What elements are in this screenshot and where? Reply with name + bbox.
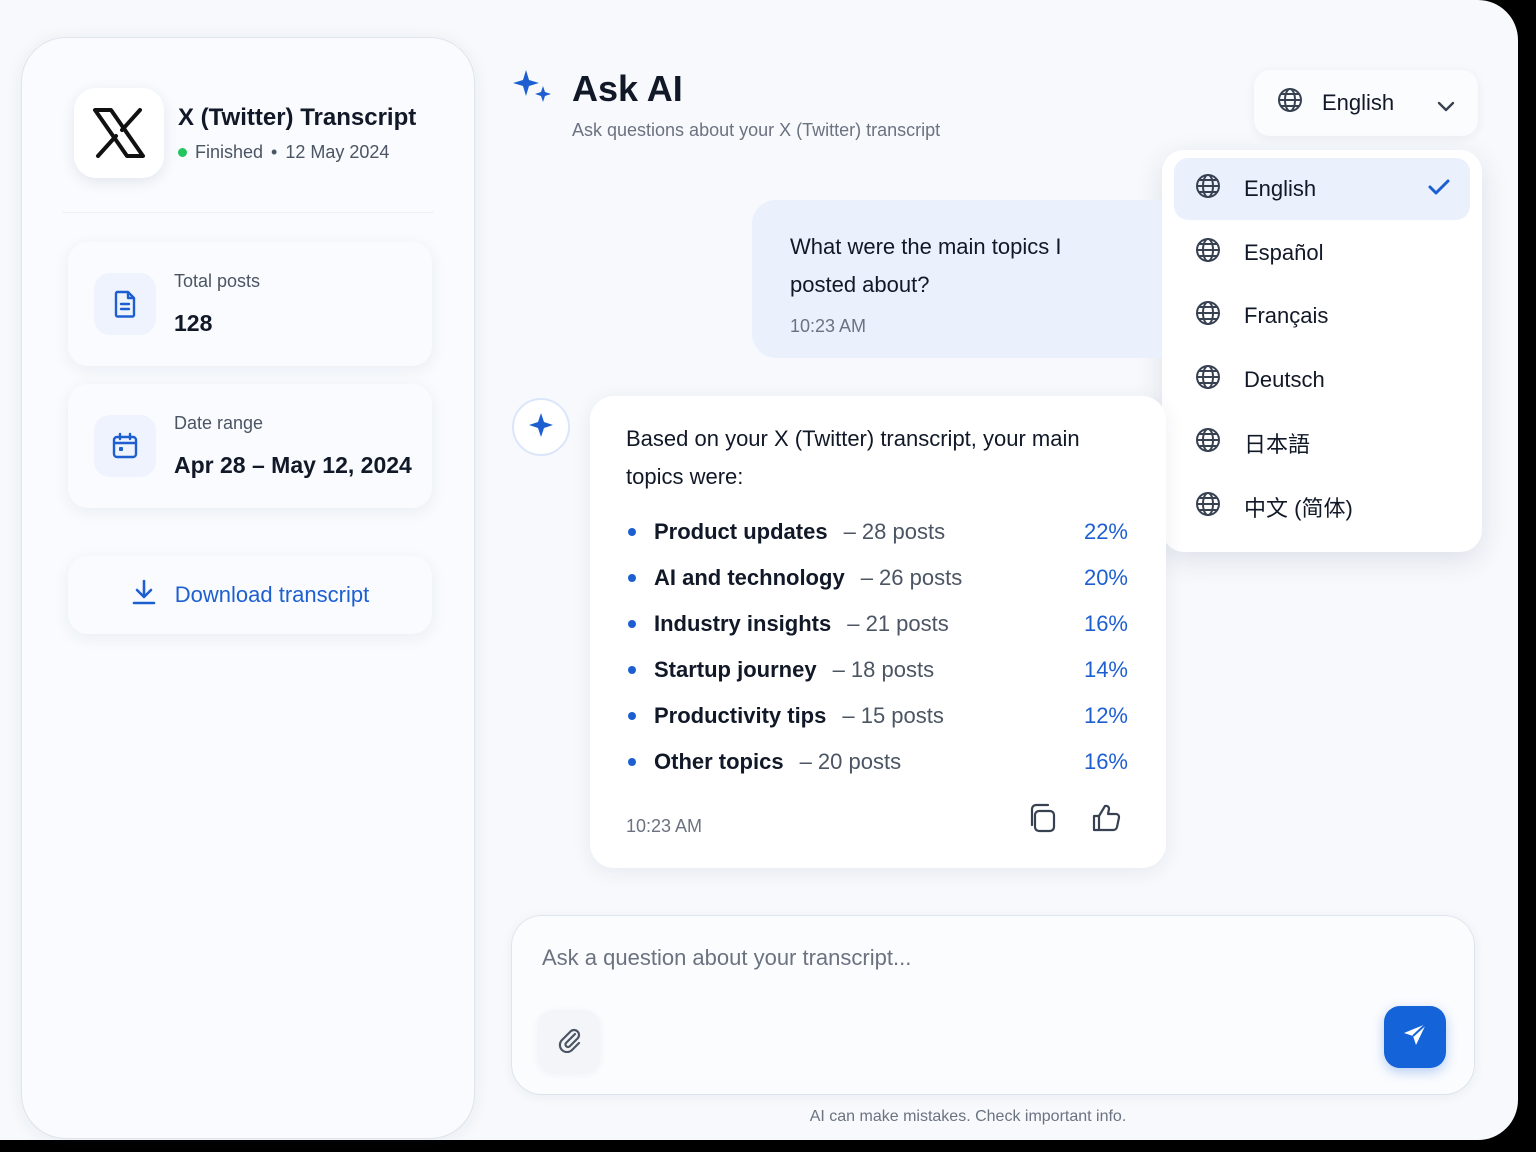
language-option-label: English: [1244, 176, 1317, 201]
globe-icon: [1194, 490, 1222, 524]
ai-message-time: 10:23 AM: [626, 816, 703, 836]
download-icon: [131, 578, 157, 612]
bullet: [628, 574, 636, 582]
language-option-english[interactable]: English: [1174, 158, 1470, 220]
topic-percent: 12%: [1083, 703, 1128, 728]
topic-count: – 15 posts: [842, 703, 944, 728]
language-select[interactable]: English: [1254, 70, 1478, 136]
language-select-value: English: [1322, 90, 1395, 115]
user-message: What were the main topics I posted about…: [752, 200, 1162, 358]
language-dropdown: English Español Français Deutsch 日本語 中文 …: [1162, 150, 1482, 552]
window-corner: [1496, 0, 1536, 40]
file-date: 12 May 2024: [285, 141, 390, 162]
file-header: X (Twitter) Transcript Finished • 12 May…: [74, 88, 416, 178]
topic-percent: 22%: [1083, 519, 1128, 544]
topic-count: – 26 posts: [860, 565, 963, 590]
topic-item: Product updates – 28 posts 22%: [628, 515, 1128, 549]
send-button[interactable]: [1384, 1006, 1446, 1068]
status-dot: [178, 147, 187, 157]
message-composer: [512, 916, 1474, 1094]
status-separator: •: [271, 141, 278, 162]
chevron-down-icon: [1436, 94, 1456, 120]
thumbs-up-icon[interactable]: [1090, 802, 1122, 839]
document-icon: [94, 273, 156, 335]
topic-item: Productivity tips – 15 posts 12%: [628, 699, 1128, 733]
bullet: [628, 528, 636, 536]
sparkle-icon: [527, 411, 555, 444]
calendar-icon: [94, 415, 156, 477]
topic-name: Product updates: [654, 519, 828, 544]
paperclip-icon: [555, 1025, 583, 1058]
topic-count: – 20 posts: [799, 749, 902, 774]
topic-percent: 14%: [1083, 657, 1128, 682]
ai-message: Based on your X (Twitter) transcript, yo…: [590, 396, 1166, 868]
language-option-chinese[interactable]: 中文 (简体): [1174, 476, 1470, 538]
topic-count: – 18 posts: [832, 657, 935, 682]
stat-value: Apr 28 – May 12, 2024: [174, 452, 412, 478]
attach-button[interactable]: [538, 1010, 600, 1072]
page-subtitle: Ask questions about your X (Twitter) tra…: [572, 120, 941, 140]
language-option-francais[interactable]: Français: [1174, 285, 1470, 347]
topic-percent: 16%: [1083, 611, 1128, 636]
send-icon: [1401, 1021, 1429, 1054]
topic-count: – 28 posts: [843, 519, 946, 544]
language-option-label: Français: [1244, 303, 1329, 328]
language-option-label: Español: [1244, 240, 1324, 265]
language-option-label: Deutsch: [1244, 367, 1325, 392]
app-window: X (Twitter) Transcript Finished • 12 May…: [0, 0, 1518, 1140]
stat-value: 128: [174, 310, 213, 336]
topic-item: AI and technology – 26 posts 20%: [628, 561, 1128, 595]
globe-icon: [1194, 363, 1222, 397]
question-input[interactable]: [542, 938, 1362, 978]
ai-message-intro: Based on your X (Twitter) transcript, yo…: [626, 426, 1080, 489]
globe-icon: [1194, 426, 1222, 460]
topic-item: Startup journey – 18 posts 14%: [628, 653, 1128, 687]
download-label: Download transcript: [174, 582, 370, 607]
topic-name: Other topics: [654, 749, 784, 774]
bullet: [628, 758, 636, 766]
topic-count: – 21 posts: [847, 611, 949, 636]
download-transcript-button[interactable]: Download transcript: [68, 556, 432, 634]
globe-icon: [1194, 236, 1222, 270]
topic-name: Industry insights: [654, 611, 832, 636]
language-option-label: 中文 (简体): [1244, 496, 1353, 521]
sidebar-divider: [62, 212, 434, 213]
topic-percent: 16%: [1083, 749, 1128, 774]
copy-icon[interactable]: [1026, 802, 1058, 839]
topic-item: Industry insights – 21 posts 16%: [628, 607, 1128, 641]
bullet: [628, 620, 636, 628]
check-icon: [1426, 176, 1452, 204]
stat-card-date-range: Date range Apr 28 – May 12, 2024: [68, 384, 432, 508]
globe-icon: [1194, 299, 1222, 333]
bullet: [628, 666, 636, 674]
sparkle-icon: [512, 68, 554, 115]
stat-label: Total posts: [174, 271, 261, 291]
file-status: Finished • 12 May 2024: [178, 142, 416, 163]
ai-disclaimer: AI can make mistakes. Check important in…: [809, 1108, 1127, 1125]
topic-name: AI and technology: [654, 565, 845, 590]
topic-name: Productivity tips: [654, 703, 827, 728]
topic-percent: 20%: [1083, 565, 1128, 590]
topic-item: Other topics – 20 posts 16%: [628, 745, 1128, 779]
language-option-japanese[interactable]: 日本語: [1174, 412, 1470, 474]
topic-name: Startup journey: [654, 657, 817, 682]
bullet: [628, 712, 636, 720]
globe-icon: [1276, 86, 1304, 120]
language-option-label: 日本語: [1244, 432, 1311, 457]
page-title: Ask AI: [572, 68, 683, 109]
user-message-time: 10:23 AM: [790, 316, 867, 336]
globe-icon: [1194, 172, 1222, 206]
user-message-text: What were the main topics I posted about…: [790, 234, 1062, 297]
language-option-deutsch[interactable]: Deutsch: [1174, 349, 1470, 411]
status-label: Finished: [195, 141, 264, 162]
language-option-espanol[interactable]: Español: [1174, 222, 1470, 284]
file-title: X (Twitter) Transcript: [178, 103, 417, 131]
x-logo-icon: [74, 88, 164, 178]
stat-label: Date range: [174, 413, 264, 433]
stat-card-total-posts: Total posts 128: [68, 242, 432, 366]
ai-avatar: [512, 398, 570, 456]
sidebar: X (Twitter) Transcript Finished • 12 May…: [22, 38, 474, 1138]
